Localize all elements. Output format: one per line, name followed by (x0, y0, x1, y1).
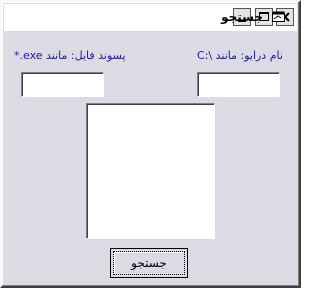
search-window: جستجو پسوند فایل: مانند exe.* نام درایو:… (0, 0, 301, 288)
window-icon (272, 11, 285, 22)
window-title: جستجو (221, 10, 263, 24)
file-extension-input[interactable] (21, 72, 104, 97)
title-bar[interactable]: جستجو (4, 4, 297, 31)
drive-name-input[interactable] (197, 72, 280, 97)
results-listbox[interactable] (86, 103, 215, 239)
drive-name-label: نام درایو: مانند \:C (197, 49, 283, 62)
search-button[interactable]: جستجو (110, 248, 188, 278)
file-extension-label: پسوند فایل: مانند exe.* (14, 49, 126, 62)
search-button-label: جستجو (113, 251, 185, 275)
